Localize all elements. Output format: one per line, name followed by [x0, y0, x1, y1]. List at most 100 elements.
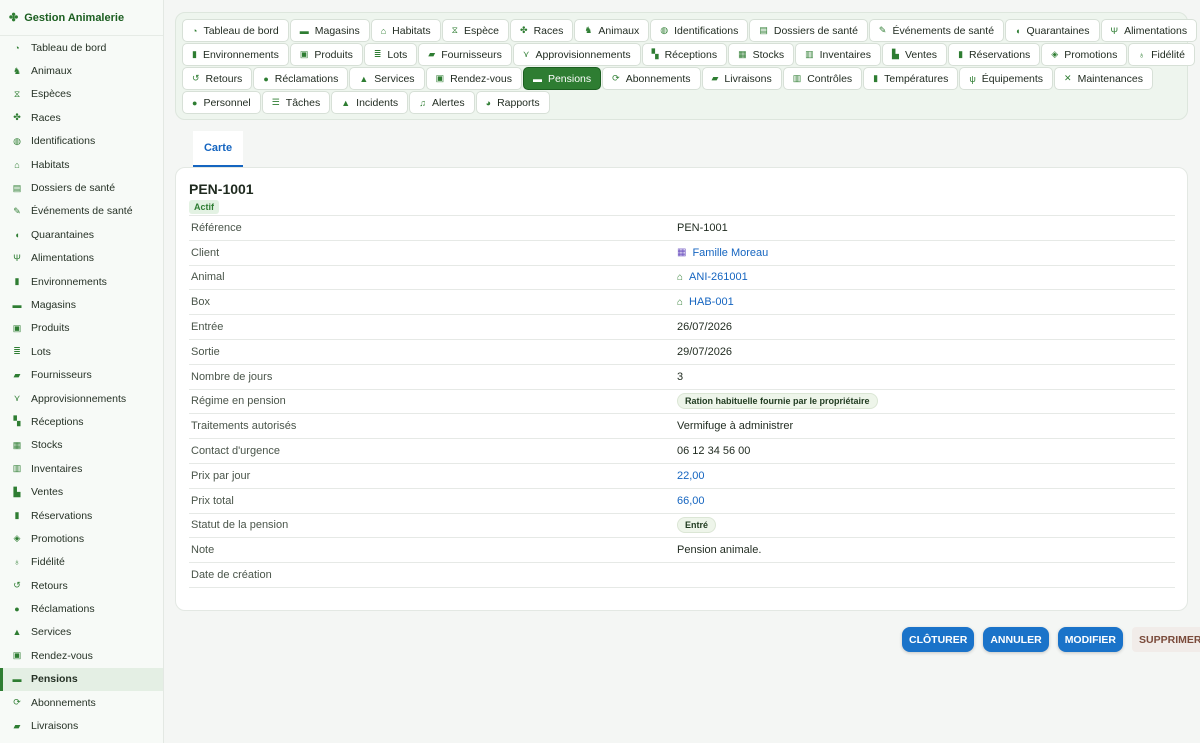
tab-inventaires[interactable]: ▥ Inventaires [795, 43, 882, 66]
tab-fournisseurs[interactable]: ▰ Fournisseurs [418, 43, 512, 66]
sidebar-item-dossiers-de-sante[interactable]: ▤ Dossiers de santé [0, 176, 163, 199]
sidebar-item-environnements[interactable]: ▮ Environnements [0, 270, 163, 293]
tab-label: Réservations [969, 48, 1031, 61]
sidebar-item-habitats[interactable]: ⌂ Habitats [0, 153, 163, 176]
tab-incidents[interactable]: ▲ Incidents [331, 91, 409, 114]
sidebar-item-animaux[interactable]: ♞ Animaux [0, 59, 163, 82]
sidebar: ✤ Gestion Animalerie ◔ Tableau de bord ♞ An… [0, 0, 164, 743]
tab-reclamations[interactable]: ● Réclamations [253, 67, 349, 90]
tab-row: ● Personnel ☰ Tâches ▲ Incidents ♫ Alertes ◕ Rapp… [182, 91, 1181, 114]
sidebar-item-especes[interactable]: ⧖ Espèces [0, 83, 163, 106]
sidebar-item-label: Magasins [31, 298, 76, 311]
tab-produits[interactable]: ▣ Produits [289, 43, 363, 66]
tab-espece[interactable]: ⧖ Espèce [441, 19, 510, 42]
sidebar-item-evenements-de-sante[interactable]: ✎ Événements de santé [0, 200, 163, 223]
tags-icon: ◈ [1051, 49, 1059, 59]
tab-rendez-vous[interactable]: ▣ Rendez-vous [425, 67, 522, 90]
tab-evenements-de-sante[interactable]: ✎ Événements de santé [868, 19, 1005, 42]
tab-controles[interactable]: ▥ Contrôles [782, 67, 863, 90]
tab-ventes[interactable]: ▙ Ventes [882, 43, 948, 66]
sidebar-item-reclamations[interactable]: ● Réclamations [0, 597, 163, 620]
truck-icon: ▰ [428, 49, 436, 59]
cancel-button[interactable]: ANNULER [983, 627, 1049, 652]
field-value-text[interactable]: 66,00 [677, 495, 705, 507]
tab-retours[interactable]: ↺ Retours [182, 67, 253, 90]
app-brand[interactable]: ✤ Gestion Animalerie [0, 0, 163, 36]
list-icon: ≣ [373, 49, 382, 59]
field-value-text[interactable]: Famille Moreau [692, 247, 768, 259]
tab-maintenances[interactable]: ✕ Maintenances [1054, 67, 1153, 90]
field-value-text[interactable]: ANI-261001 [689, 271, 748, 283]
tab-magasins[interactable]: ▬ Magasins [289, 19, 370, 42]
tab-livraisons[interactable]: ▰ Livraisons [701, 67, 782, 90]
tab-animaux[interactable]: ♞ Animaux [574, 19, 650, 42]
sidebar-item-tableau-de-bord[interactable]: ◔ Tableau de bord [0, 36, 163, 59]
shield-icon: ◖ [1015, 25, 1021, 36]
tab-abonnements[interactable]: ⟳ Abonnements [602, 67, 701, 90]
tab-approvisionnements[interactable]: ⋎ Approvisionnements [512, 43, 641, 66]
sidebar-item-fidelite[interactable]: ♁ Fidélité [0, 551, 163, 574]
tab-identifications[interactable]: ◍ Identifications [650, 19, 749, 42]
tab-quarantaines[interactable]: ◖ Quarantaines [1005, 19, 1100, 42]
sidebar-item-reservations[interactable]: ▮ Réservations [0, 504, 163, 527]
sidebar-item-label: Réservations [31, 509, 93, 522]
sidebar-item-label: Tableau de bord [31, 41, 107, 54]
sidebar-item-services[interactable]: ▲ Services [0, 621, 163, 644]
tab-reservations[interactable]: ▮ Réservations [948, 43, 1041, 66]
tab-alimentations[interactable]: Ψ Alimentations [1100, 19, 1198, 42]
sidebar-item-alimentations[interactable]: Ψ Alimentations [0, 247, 163, 270]
tab-temperatures[interactable]: ▮ Températures [863, 67, 959, 90]
field-label: Prix total [191, 494, 234, 507]
sidebar-item-receptions[interactable]: ▚ Réceptions [0, 410, 163, 433]
tab-equipements[interactable]: ψ Équipements [959, 67, 1054, 90]
tab-dossiers-de-sante[interactable]: ▤ Dossiers de santé [749, 19, 868, 42]
tab-rapports[interactable]: ◕ Rapports [475, 91, 550, 114]
sidebar-item-approvisionnements[interactable]: ⋎ Approvisionnements [0, 387, 163, 410]
field-value-text: 3 [677, 370, 684, 383]
sidebar-item-fournisseurs[interactable]: ▰ Fournisseurs [0, 363, 163, 386]
bell-concierge-icon: ▲ [12, 627, 22, 638]
field-value[interactable]: ▦ Famille Moreau [677, 247, 768, 259]
tab-alertes[interactable]: ♫ Alertes [409, 91, 475, 114]
tab-tableau-de-bord[interactable]: ◔ Tableau de bord [182, 19, 289, 42]
sidebar-item-lots[interactable]: ≣ Lots [0, 340, 163, 363]
sidebar-item-livraisons[interactable]: ▰ Livraisons [0, 714, 163, 737]
sidebar-item-pensions[interactable]: ▬ Pensions [0, 667, 163, 691]
field-value-text[interactable]: 22,00 [677, 470, 705, 482]
sidebar-item-inventaires[interactable]: ▥ Inventaires [0, 457, 163, 480]
tab-receptions[interactable]: ▚ Réceptions [641, 43, 728, 66]
sidebar-item-produits[interactable]: ▣ Produits [0, 317, 163, 340]
field-value[interactable]: 22,00 [677, 470, 705, 482]
sidebar-item-abonnements[interactable]: ⟳ Abonnements [0, 691, 163, 714]
tab-promotions[interactable]: ◈ Promotions [1041, 43, 1128, 66]
delete-button[interactable]: SUPPRIMER [1132, 627, 1200, 652]
field-value-text[interactable]: HAB-001 [689, 296, 734, 308]
close-button[interactable]: CLÔTURER [902, 627, 975, 652]
sidebar-item-rendez-vous[interactable]: ▣ Rendez-vous [0, 644, 163, 667]
tab-taches[interactable]: ☰ Tâches [261, 91, 331, 114]
syringe-icon: ✎ [13, 205, 21, 216]
tab-lots[interactable]: ≣ Lots [363, 43, 418, 66]
sidebar-item-ventes[interactable]: ▙ Ventes [0, 480, 163, 503]
tab-stocks[interactable]: ▦ Stocks [728, 43, 795, 66]
field-value[interactable]: ⌂ HAB-001 [677, 296, 734, 308]
tab-pensions[interactable]: ▬ Pensions [522, 67, 602, 90]
sidebar-item-magasins[interactable]: ▬ Magasins [0, 293, 163, 316]
house-icon: ⌂ [14, 159, 20, 170]
tab-personnel[interactable]: ● Personnel [182, 91, 261, 114]
sidebar-item-retours[interactable]: ↺ Retours [0, 574, 163, 597]
sidebar-item-quarantaines[interactable]: ◖ Quarantaines [0, 223, 163, 246]
tab-services[interactable]: ▲ Services [349, 67, 425, 90]
tab-races[interactable]: ✤ Races [510, 19, 574, 42]
sidebar-item-identifications[interactable]: ◍ Identifications [0, 130, 163, 153]
tab-environnements[interactable]: ▮ Environnements [182, 43, 289, 66]
tab-carte[interactable]: Carte [193, 131, 243, 167]
edit-button[interactable]: MODIFIER [1057, 627, 1124, 652]
field-value[interactable]: ⌂ ANI-261001 [677, 271, 748, 283]
sidebar-item-stocks[interactable]: ▦ Stocks [0, 434, 163, 457]
tab-habitats[interactable]: ⌂ Habitats [370, 19, 441, 42]
tab-fidelite[interactable]: ♁ Fidélité [1128, 43, 1195, 66]
sidebar-item-promotions[interactable]: ◈ Promotions [0, 527, 163, 550]
sidebar-item-races[interactable]: ✤ Races [0, 106, 163, 129]
field-value[interactable]: 66,00 [677, 495, 705, 507]
